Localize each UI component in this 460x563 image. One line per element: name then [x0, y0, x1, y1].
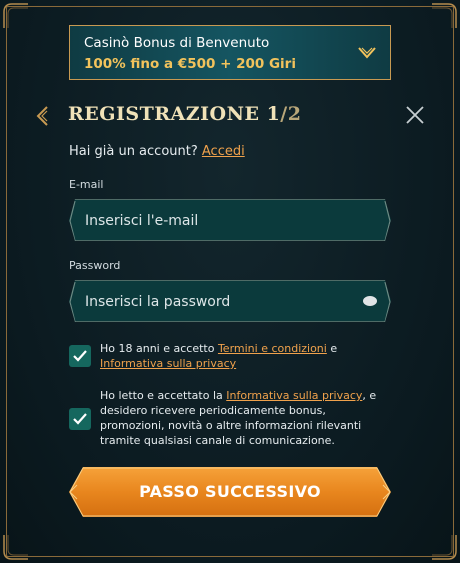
corner-ornament: [430, 533, 458, 561]
email-label: E-mail: [69, 178, 104, 191]
check-icon: [73, 350, 87, 362]
age-terms-text-1: Ho 18 anni e accetto: [100, 342, 218, 355]
page-title: REGISTRAZIONE 1/2: [68, 103, 301, 125]
marketing-consent-text: Ho letto e accettato la Informativa sull…: [100, 388, 380, 448]
login-link[interactable]: Accedi: [202, 144, 245, 159]
age-terms-text-2: e: [326, 342, 338, 355]
eye-icon[interactable]: [363, 296, 377, 306]
corner-ornament: [2, 2, 30, 30]
terms-link[interactable]: Termini e condizioni: [218, 342, 327, 355]
email-input[interactable]: [83, 200, 357, 242]
check-icon: [73, 413, 87, 425]
field-edge-ornament: [381, 200, 391, 242]
next-step-button[interactable]: PASSO SUCCESSIVO: [69, 467, 391, 517]
email-field[interactable]: [69, 199, 391, 241]
chevron-left-icon[interactable]: [35, 105, 49, 131]
password-label: Password: [69, 259, 121, 272]
login-prompt: Hai già un account? Accedi: [69, 144, 245, 159]
password-field[interactable]: [69, 280, 391, 322]
registration-modal: Casinò Bonus di Benvenuto 100% fino a €5…: [0, 0, 460, 563]
corner-ornament: [430, 2, 458, 30]
field-edge-ornament: [381, 281, 391, 323]
chevron-down-icon: [358, 45, 376, 64]
step-total: /2: [280, 103, 302, 125]
bonus-title: Casinò Bonus di Benvenuto: [84, 35, 270, 51]
password-input[interactable]: [83, 281, 357, 323]
marketing-privacy-link[interactable]: Informativa sulla privacy: [226, 389, 362, 402]
age-terms-checkbox[interactable]: [69, 345, 91, 367]
login-prompt-text: Hai già un account?: [69, 144, 202, 159]
next-step-label: PASSO SUCCESSIVO: [139, 482, 321, 501]
privacy-link[interactable]: Informativa sulla privacy: [100, 357, 236, 370]
marketing-text-1: Ho letto e accettato la: [100, 389, 227, 402]
title-text: REGISTRAZIONE: [68, 103, 267, 125]
bonus-offer: 100% fino a €500 + 200 Giri: [84, 56, 296, 72]
field-edge-ornament: [69, 200, 79, 242]
step-current: 1: [266, 103, 281, 125]
marketing-checkbox[interactable]: [69, 408, 91, 430]
corner-ornament: [2, 533, 30, 561]
bonus-selector[interactable]: Casinò Bonus di Benvenuto 100% fino a €5…: [69, 25, 391, 80]
close-icon[interactable]: [406, 106, 424, 128]
age-terms-text: Ho 18 anni e accetto Termini e condizion…: [100, 341, 380, 371]
field-edge-ornament: [69, 281, 79, 323]
